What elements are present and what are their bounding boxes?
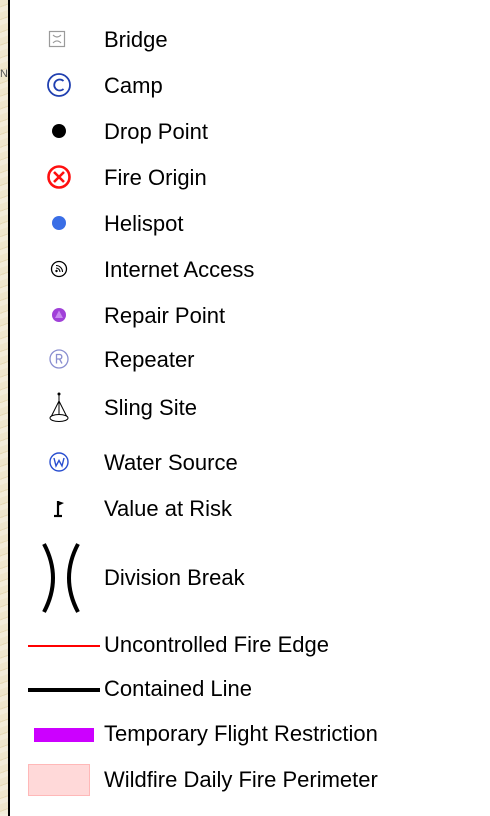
legend-label: Uncontrolled Fire Edge	[104, 632, 330, 657]
value-at-risk-icon	[48, 497, 70, 521]
legend-label: Contained Line	[104, 676, 253, 701]
legend-label: Sling Site	[104, 395, 197, 420]
uncontrolled-fire-edge-line	[28, 644, 100, 648]
division-break-icon	[32, 540, 90, 616]
repair-point-icon	[48, 304, 70, 326]
sling-site-icon	[44, 390, 74, 426]
bridge-icon	[46, 28, 68, 50]
drop-point-icon	[48, 120, 70, 142]
map-legend: Bridge Camp Drop Point Fire Origin Helis…	[8, 0, 490, 816]
repeater-icon	[47, 347, 71, 371]
legend-label: Camp	[104, 73, 163, 98]
legend-label: Drop Point	[104, 119, 208, 144]
tfr-swatch	[34, 728, 94, 742]
camp-icon	[46, 72, 72, 98]
helispot-icon	[48, 212, 70, 234]
fire-origin-icon	[46, 164, 72, 190]
legend-label: Water Source	[104, 450, 238, 475]
legend-label: Repeater	[104, 347, 195, 372]
legend-label: Bridge	[104, 27, 168, 52]
legend-label: Helispot	[104, 211, 184, 236]
legend-label: Wildfire Daily Fire Perimeter	[104, 767, 378, 792]
legend-label: Repair Point	[104, 303, 226, 328]
contained-line	[28, 687, 100, 693]
legend-label: Internet Access	[104, 257, 255, 282]
legend-label: Value at Risk	[104, 496, 232, 521]
internet-access-icon	[48, 258, 70, 280]
water-source-icon	[47, 450, 71, 474]
map-label-fragment: N	[0, 68, 8, 80]
legend-label: Fire Origin	[104, 165, 207, 190]
perimeter-swatch	[28, 764, 90, 796]
legend-label: Division Break	[104, 565, 245, 590]
legend-label: Temporary Flight Restriction	[104, 721, 378, 746]
